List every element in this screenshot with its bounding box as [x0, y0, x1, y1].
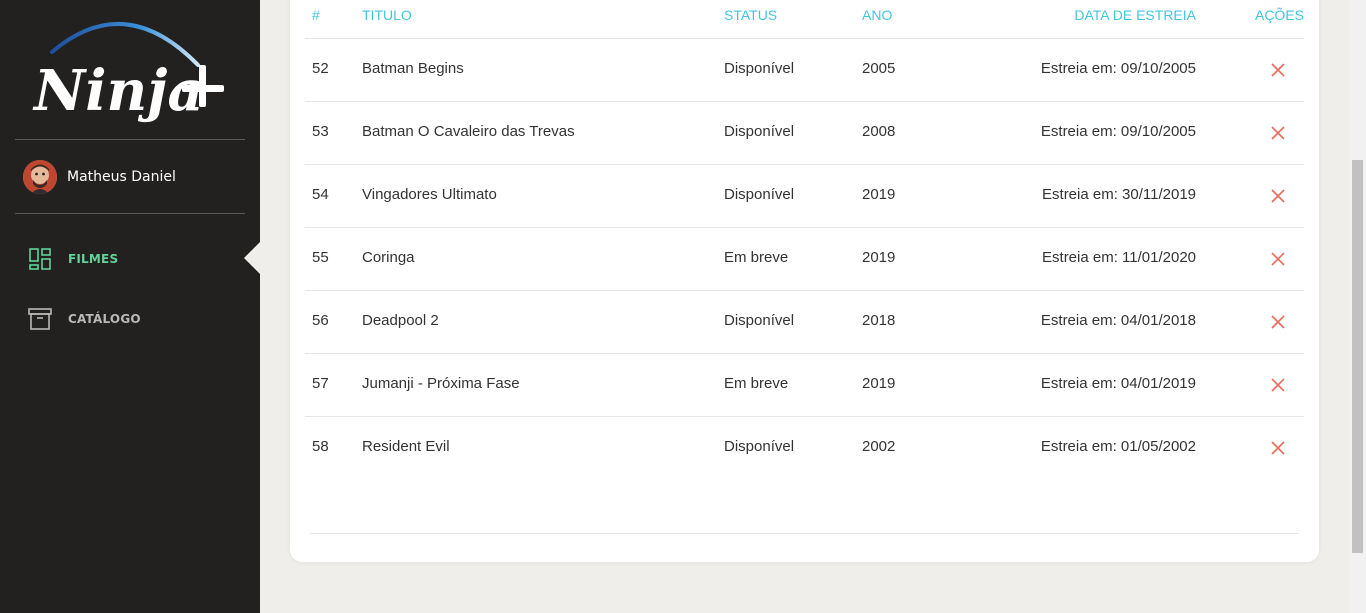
column-header-year[interactable]: ANO [862, 7, 892, 23]
sidebar-divider [15, 139, 245, 140]
cell-status: Disponível [724, 60, 795, 77]
cell-year: 2019 [862, 249, 896, 266]
cell-id: 55 [312, 249, 329, 266]
sidebar: Ninja Matheus Daniel FILMES CATÁLOGO [0, 0, 260, 613]
delete-icon[interactable] [1270, 188, 1286, 204]
user-name: Matheus Daniel [67, 169, 176, 185]
delete-icon[interactable] [1270, 251, 1286, 267]
cell-id: 52 [312, 60, 329, 77]
delete-icon[interactable] [1270, 314, 1286, 330]
cell-status: Disponível [724, 438, 795, 455]
delete-icon[interactable] [1270, 440, 1286, 456]
table-row: 53 Batman O Cavaleiro das Trevas Disponí… [305, 102, 1304, 165]
cell-id: 57 [312, 375, 329, 392]
sidebar-item-filmes[interactable]: FILMES [28, 246, 118, 272]
cell-status: Disponível [724, 123, 795, 140]
dashboard-icon [29, 248, 51, 270]
svg-text:Ninja: Ninja [32, 58, 204, 124]
cell-release: Estreia em: 04/01/2019 [1040, 375, 1196, 392]
table-row: 52 Batman Begins Disponível 2005 Estreia… [305, 39, 1304, 102]
ninja-plus-logo[interactable]: Ninja [30, 10, 230, 130]
cell-title: Jumanji - Próxima Fase [362, 375, 520, 392]
sidebar-item-catalogo[interactable]: CATÁLOGO [28, 306, 141, 332]
cell-id: 53 [312, 123, 329, 140]
delete-icon[interactable] [1270, 377, 1286, 393]
avatar [23, 160, 57, 194]
cell-status: Em breve [724, 375, 789, 392]
cell-title: Vingadores Ultimato [362, 186, 497, 203]
user-profile[interactable]: Matheus Daniel [23, 160, 176, 194]
cell-release: Estreia em: 09/10/2005 [1040, 60, 1196, 77]
column-header-actions: AÇÕES [1254, 7, 1304, 23]
cell-title: Deadpool 2 [362, 312, 439, 329]
cell-year: 2019 [862, 375, 896, 392]
sidebar-divider [15, 213, 245, 214]
cell-year: 2008 [862, 123, 896, 140]
cell-title: Resident Evil [362, 438, 450, 455]
table-row: 56 Deadpool 2 Disponível 2018 Estreia em… [305, 291, 1304, 354]
table-header: # TITULO STATUS ANO DATA DE ESTREIA AÇÕE… [305, 0, 1304, 39]
delete-icon[interactable] [1270, 125, 1286, 141]
table-row: 57 Jumanji - Próxima Fase Em breve 2019 … [305, 354, 1304, 417]
delete-icon[interactable] [1270, 62, 1286, 78]
sidebar-item-label: CATÁLOGO [68, 312, 141, 326]
sidebar-item-label: FILMES [68, 252, 119, 266]
cell-release: Estreia em: 09/10/2005 [1040, 123, 1196, 140]
cell-id: 58 [312, 438, 329, 455]
cell-status: Em breve [724, 249, 789, 266]
cell-id: 56 [312, 312, 329, 329]
cell-release: Estreia em: 30/11/2019 [1042, 186, 1196, 203]
cell-year: 2018 [862, 312, 896, 329]
table-row: 55 Coringa Em breve 2019 Estreia em: 11/… [305, 228, 1304, 291]
cell-title: Coringa [362, 249, 415, 266]
active-indicator [244, 242, 260, 274]
cell-year: 2002 [862, 438, 896, 455]
cell-year: 2005 [862, 60, 896, 77]
column-header-title[interactable]: TITULO [362, 7, 412, 23]
cell-title: Batman O Cavaleiro das Trevas [362, 123, 575, 140]
archive-box-icon [28, 308, 52, 330]
cell-release: Estreia em: 11/01/2020 [1042, 249, 1196, 266]
table-row: 58 Resident Evil Disponível 2002 Estreia… [305, 417, 1304, 479]
cell-release: Estreia em: 04/01/2018 [1040, 312, 1196, 329]
cell-status: Disponível [724, 312, 795, 329]
table-footer-divider [310, 533, 1299, 534]
scrollbar-thumb[interactable] [1352, 160, 1363, 553]
cell-status: Disponível [724, 186, 795, 203]
table-row: 54 Vingadores Ultimato Disponível 2019 E… [305, 165, 1304, 228]
cell-id: 54 [312, 186, 329, 203]
column-header-id[interactable]: # [312, 7, 320, 23]
column-header-status[interactable]: STATUS [724, 7, 777, 23]
cell-year: 2019 [862, 186, 896, 203]
column-header-release[interactable]: DATA DE ESTREIA [1074, 7, 1196, 23]
cell-release: Estreia em: 01/05/2002 [1040, 438, 1196, 455]
cell-title: Batman Begins [362, 60, 464, 77]
